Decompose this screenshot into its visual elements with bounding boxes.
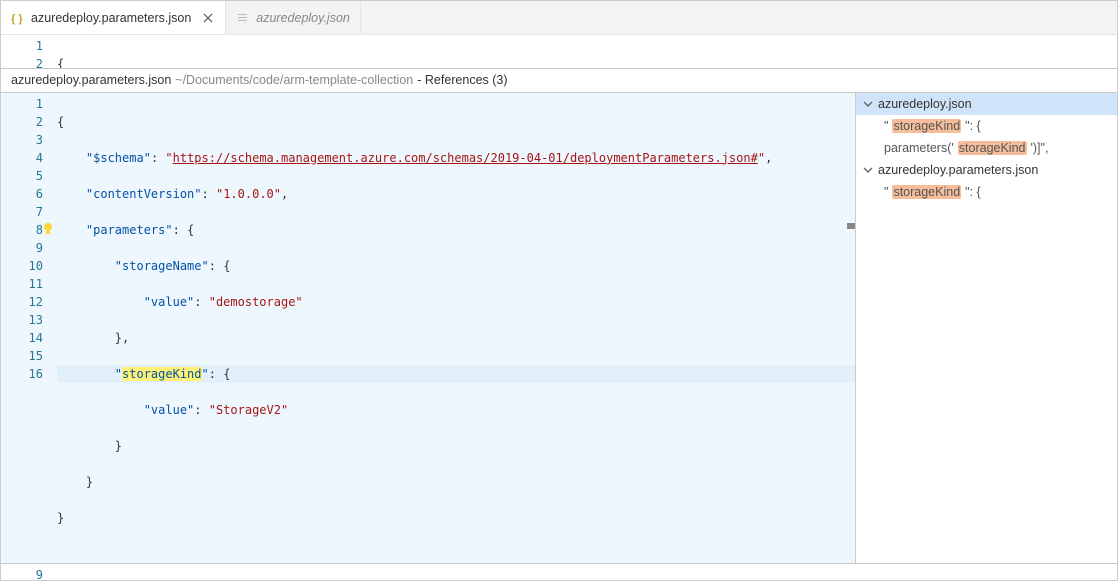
tree-file-node[interactable]: azuredeploy.parameters.json — [856, 159, 1117, 181]
references-tree[interactable]: azuredeploy.json "storageKind": { parame… — [855, 93, 1117, 563]
editor-pane-original[interactable]: 1 2 3 4 5 6 7 8 { "$schema": "https://sc… — [1, 35, 1117, 69]
code-content[interactable]: "value": "StorageV2" } } } — [57, 564, 1117, 580]
tree-file-label: azuredeploy.parameters.json — [878, 163, 1038, 177]
close-icon[interactable] — [201, 11, 215, 25]
tree-reference-item[interactable]: "storageKind": { — [856, 181, 1117, 203]
references-editor[interactable]: 1 2 3 4 5 6 7 8 9 10 11 12 13 14 15 16 — [1, 93, 855, 563]
line-number: 8 — [1, 221, 43, 239]
file-icon — [236, 11, 250, 25]
line-number: 15 — [1, 347, 43, 365]
line-number: 1 — [1, 37, 43, 55]
code-content[interactable]: { "$schema": "https://schema.management.… — [57, 35, 1117, 68]
line-number: 9 — [1, 566, 43, 580]
line-number: 9 — [1, 239, 43, 257]
references-file: azuredeploy.parameters.json — [11, 73, 171, 87]
line-number-gutter: 1 2 3 4 5 6 7 8 — [1, 35, 57, 68]
line-number: 10 — [1, 257, 43, 275]
line-number: 2 — [1, 113, 43, 131]
lightbulb-icon[interactable] — [41, 222, 55, 236]
code-content[interactable]: { "$schema": "https://schema.management.… — [57, 93, 855, 563]
line-number: 13 — [1, 311, 43, 329]
line-number: 12 — [1, 293, 43, 311]
line-number: 5 — [1, 167, 43, 185]
tree-file-label: azuredeploy.json — [878, 97, 972, 111]
chevron-down-icon — [862, 164, 874, 176]
tree-reference-item[interactable]: "storageKind": { — [856, 115, 1117, 137]
line-number: 4 — [1, 149, 43, 167]
tab-active-file[interactable]: { } azuredeploy.parameters.json — [1, 1, 226, 34]
references-path: ~/Documents/code/arm-template-collection — [175, 73, 413, 87]
editor-pane-continuation[interactable]: 9 10 11 12 "value": "StorageV2" } } } — [1, 564, 1117, 580]
line-number: 11 — [1, 275, 43, 293]
json-file-icon: { } — [11, 11, 25, 25]
line-number: 16 — [1, 365, 43, 383]
line-number: 7 — [1, 203, 43, 221]
line-number: 6 — [1, 185, 43, 203]
chevron-down-icon — [862, 98, 874, 110]
line-number: 2 — [1, 55, 43, 69]
line-number: 3 — [1, 131, 43, 149]
tree-file-node[interactable]: azuredeploy.json — [856, 93, 1117, 115]
tab-inactive-file[interactable]: azuredeploy.json — [226, 1, 361, 34]
overview-ruler[interactable] — [845, 93, 855, 563]
line-number-gutter: 1 2 3 4 5 6 7 8 9 10 11 12 13 14 15 16 — [1, 93, 57, 563]
tab-bar: { } azuredeploy.parameters.json azuredep… — [1, 1, 1117, 35]
svg-text:{ }: { } — [11, 13, 23, 25]
tab-active-label: azuredeploy.parameters.json — [31, 11, 191, 25]
tree-reference-item[interactable]: parameters('storageKind')]", — [856, 137, 1117, 159]
references-header: azuredeploy.parameters.json ~/Documents/… — [1, 69, 1117, 93]
line-number: 14 — [1, 329, 43, 347]
ruler-mark — [847, 223, 855, 229]
line-number: 1 — [1, 95, 43, 113]
references-peek-pane: azuredeploy.parameters.json ~/Documents/… — [1, 69, 1117, 564]
tab-inactive-label: azuredeploy.json — [256, 11, 350, 25]
references-count: - References (3) — [417, 73, 507, 87]
line-number-gutter: 9 10 11 12 — [1, 564, 57, 580]
